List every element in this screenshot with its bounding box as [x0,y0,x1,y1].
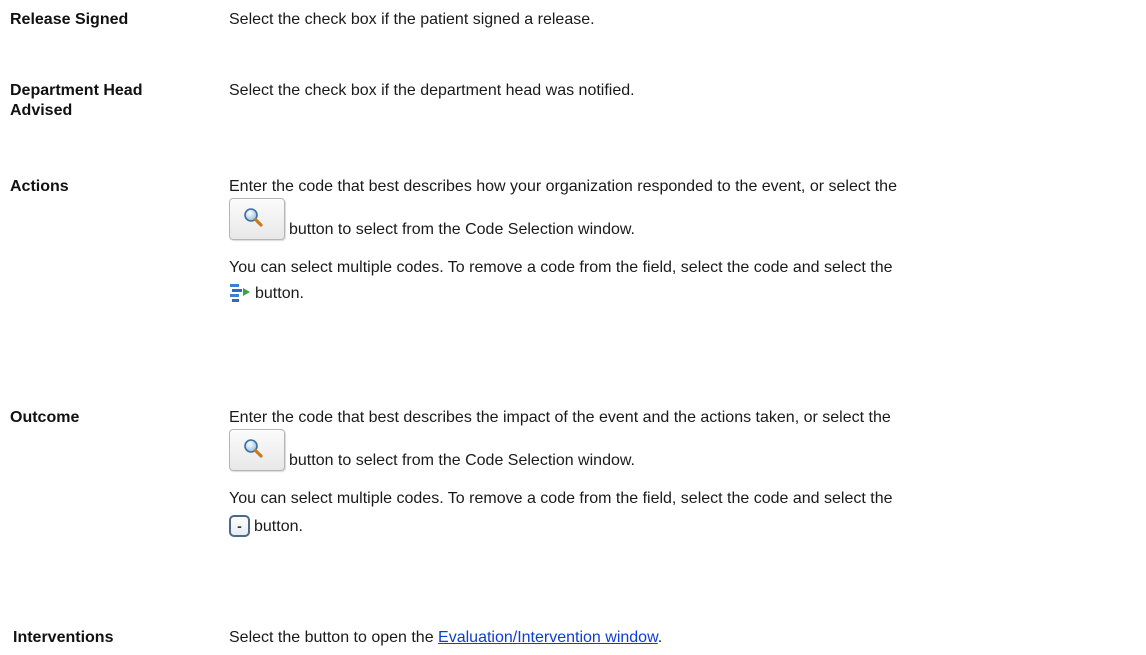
desc-release-signed: Select the check box if the patient sign… [229,11,595,28]
paragraph-text: button to select from the Code Selection… [289,221,635,238]
desc-interventions: Select the button to open the Evaluation… [229,628,1144,648]
paragraph-line: Enter the code that best describes the i… [229,409,891,426]
term-line: Advised [10,102,73,119]
term-interventions: Interventions [13,629,114,646]
desc-actions: Enter the code that best describes how y… [229,177,1144,304]
minus-icon: - [237,518,242,534]
paragraph-text: Select the button to open the [229,629,439,646]
paragraph-line: - button. [229,515,1144,537]
code-search-button[interactable] [229,429,285,471]
paragraph-text: . [657,629,663,646]
paragraph-line: button to select from the Code Selection… [229,429,1144,471]
remove-code-button[interactable]: - [229,515,250,537]
paragraph-text: button. [254,518,303,535]
desc-department-head-advised: Select the check box if the department h… [229,82,635,99]
magnifier-icon [244,208,263,227]
magnifier-icon [244,439,263,458]
paragraph-line: button to select from the Code Selection… [229,198,1144,240]
paragraph-text: button to select from the Code Selection… [289,452,635,469]
remove-code-button[interactable] [229,282,251,306]
paragraph-text: button. [255,285,304,302]
paragraph-line: button. [229,282,1144,304]
paragraph-line: You can select multiple codes. To remove… [229,259,893,276]
paragraph-line: Enter the code that best describes how y… [229,178,897,195]
term-actions: Actions [10,178,69,195]
term-outcome: Outcome [10,409,80,426]
term-line: Department Head [10,82,143,99]
evaluation-intervention-link[interactable]: Evaluation/Intervention window [438,629,658,646]
desc-outcome: Enter the code that best describes the i… [229,408,1144,537]
code-search-button[interactable] [229,198,285,240]
paragraph-line: You can select multiple codes. To remove… [229,490,893,507]
remove-from-list-icon [230,284,250,302]
term-department-head-advised: Department Head Advised [10,81,210,121]
term-release-signed: Release Signed [10,11,129,28]
